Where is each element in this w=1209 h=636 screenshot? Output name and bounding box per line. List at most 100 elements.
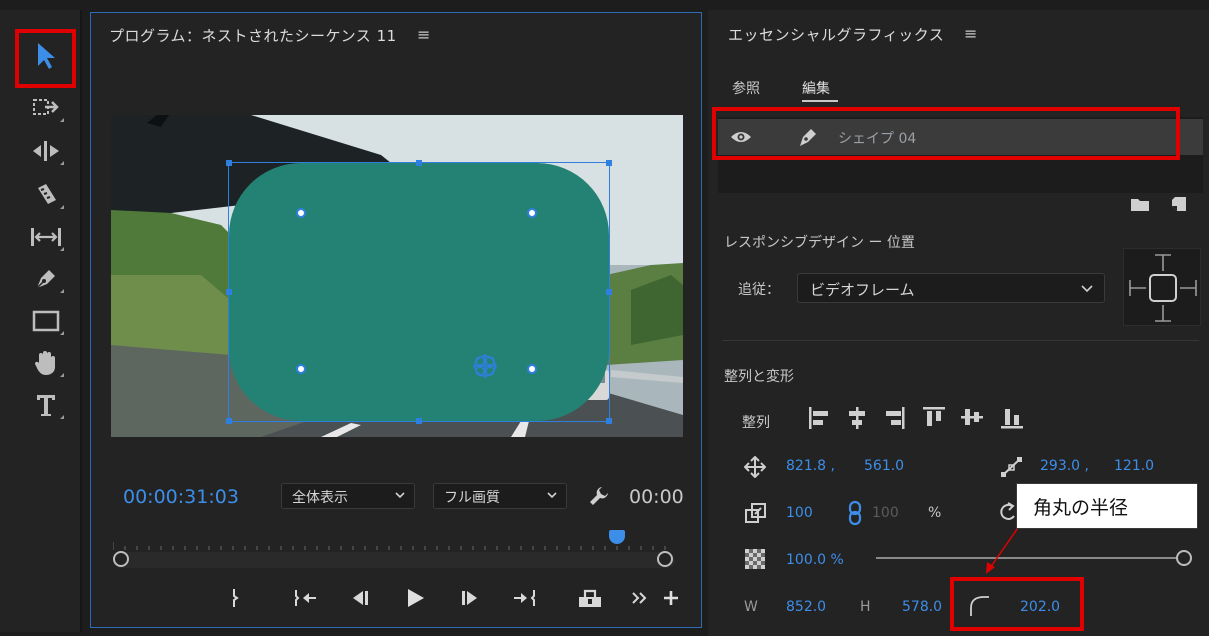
scale-icon <box>745 503 766 523</box>
corner-radius-handle[interactable] <box>296 364 306 374</box>
opacity-slider[interactable] <box>876 557 1184 559</box>
slip-icon <box>31 228 61 246</box>
anchor-icon <box>1001 457 1022 477</box>
hand-icon <box>34 351 55 375</box>
position-x-value[interactable]: 821.8 , <box>786 458 835 474</box>
align-right-icon[interactable] <box>884 406 906 430</box>
pin-edges-icon <box>1129 254 1197 322</box>
play-button[interactable] <box>401 585 429 611</box>
anchor-point-icon[interactable] <box>472 353 498 379</box>
scrollbar-right-handle[interactable] <box>657 551 673 567</box>
corner-radius-callout: 角丸の半径 <box>1016 483 1198 529</box>
ripple-edit-tool[interactable] <box>18 131 74 171</box>
new-layer-icon[interactable] <box>1170 195 1188 213</box>
tab-edit[interactable]: 編集 <box>802 78 830 98</box>
responsive-design-title: レスポンシブデザイン ー 位置 <box>724 235 915 251</box>
bbox-handle[interactable] <box>226 289 232 295</box>
step-back-button[interactable] <box>347 585 373 611</box>
razor-icon <box>38 184 56 204</box>
follow-select-value: ビデオフレーム <box>810 281 915 299</box>
playback-quality-select[interactable]: フル画質 <box>433 483 567 509</box>
type-tool[interactable] <box>18 385 74 425</box>
mark-in-button[interactable] <box>227 585 245 611</box>
tools-panel <box>0 10 82 632</box>
pen-tool[interactable] <box>18 259 74 299</box>
pen-icon <box>36 270 55 289</box>
tab-browse[interactable]: 参照 <box>732 78 760 98</box>
anchor-y-value[interactable]: 121.0 <box>1114 458 1154 474</box>
position-icon <box>744 456 766 478</box>
corner-radius-handle[interactable] <box>296 208 306 218</box>
scale-unit: % <box>928 505 942 521</box>
essential-graphics-panel: エッセンシャルグラフィックス ≡ 参照 編集 シェイプ 04 レスポンシブデザイ… <box>708 10 1209 636</box>
go-to-in-icon <box>295 590 316 606</box>
duration-timecode: 00:00 <box>629 486 684 508</box>
zoom-level-value: 全体表示 <box>292 490 348 506</box>
opacity-slider-knob[interactable] <box>1176 550 1192 566</box>
anchor-x-value[interactable]: 293.0 , <box>1040 458 1089 474</box>
align-middle-icon[interactable] <box>960 406 984 430</box>
scale-value[interactable]: 100 <box>786 505 813 521</box>
bbox-handle[interactable] <box>226 418 232 424</box>
time-ruler[interactable] <box>113 540 673 552</box>
video-preview[interactable] <box>111 115 683 437</box>
bbox-handle[interactable] <box>416 160 422 166</box>
zoom-scrollbar[interactable] <box>113 551 675 568</box>
razor-tool[interactable] <box>18 175 74 215</box>
wrench-icon[interactable] <box>588 485 610 507</box>
follow-label: 追従： <box>738 282 780 298</box>
go-to-out-icon <box>514 590 535 606</box>
eg-panel-menu-icon[interactable]: ≡ <box>964 24 977 43</box>
align-center-icon[interactable] <box>846 406 868 430</box>
bbox-handle[interactable] <box>606 418 612 424</box>
height-value[interactable]: 578.0 <box>902 599 942 615</box>
track-select-tool[interactable] <box>18 88 74 128</box>
mark-in-icon <box>233 589 239 607</box>
align-bottom-icon[interactable] <box>1000 406 1024 430</box>
track-select-icon <box>33 99 59 115</box>
corner-radius-handle[interactable] <box>527 208 537 218</box>
shape-bounding-box <box>228 162 610 422</box>
corner-radius-handle[interactable] <box>527 364 537 374</box>
go-to-out-button[interactable] <box>509 585 539 611</box>
playhead-timecode[interactable]: 00:00:31:03 <box>123 486 239 508</box>
align-top-icon[interactable] <box>922 406 946 430</box>
button-editor-button[interactable] <box>659 585 683 611</box>
chevron-down-icon <box>1081 285 1093 293</box>
scrollbar-left-handle[interactable] <box>113 551 129 567</box>
hand-tool[interactable] <box>18 343 74 383</box>
shape-layer[interactable] <box>226 160 612 424</box>
bbox-handle[interactable] <box>226 160 232 166</box>
layer-highlight <box>712 107 1180 160</box>
link-icon[interactable] <box>848 500 862 526</box>
bbox-handle[interactable] <box>606 160 612 166</box>
program-monitor-title: プログラム：ネストされたシーケンス 11 <box>109 27 397 45</box>
pin-to-edges-control[interactable] <box>1123 248 1201 326</box>
rectangle-tool[interactable] <box>18 301 74 341</box>
align-left-icon[interactable] <box>808 406 830 430</box>
tools-panel-border <box>80 10 82 632</box>
go-to-in-button[interactable] <box>291 585 321 611</box>
position-y-value[interactable]: 561.0 <box>864 458 904 474</box>
folder-icon[interactable] <box>1130 196 1150 212</box>
bbox-handle[interactable] <box>606 289 612 295</box>
more-controls-button[interactable] <box>629 585 651 611</box>
rotation-icon <box>1000 502 1015 520</box>
width-label: W <box>744 599 758 615</box>
bbox-handle[interactable] <box>416 418 422 424</box>
opacity-icon <box>745 549 765 569</box>
scale-linked-value: 100 <box>872 505 899 521</box>
slip-tool[interactable] <box>18 217 74 257</box>
height-label: H <box>860 599 871 615</box>
step-forward-button[interactable] <box>457 585 483 611</box>
step-back-icon <box>353 591 368 605</box>
follow-select[interactable]: ビデオフレーム <box>797 273 1105 303</box>
zoom-level-select[interactable]: 全体表示 <box>281 483 415 509</box>
width-value[interactable]: 852.0 <box>786 599 826 615</box>
play-icon <box>408 589 424 607</box>
opacity-value[interactable]: 100.0 % <box>786 552 844 568</box>
program-panel-menu-icon[interactable]: ≡ <box>417 25 430 44</box>
export-frame-button[interactable] <box>573 585 607 611</box>
align-label: 整列 <box>742 415 770 431</box>
ripple-edit-icon <box>33 141 59 161</box>
